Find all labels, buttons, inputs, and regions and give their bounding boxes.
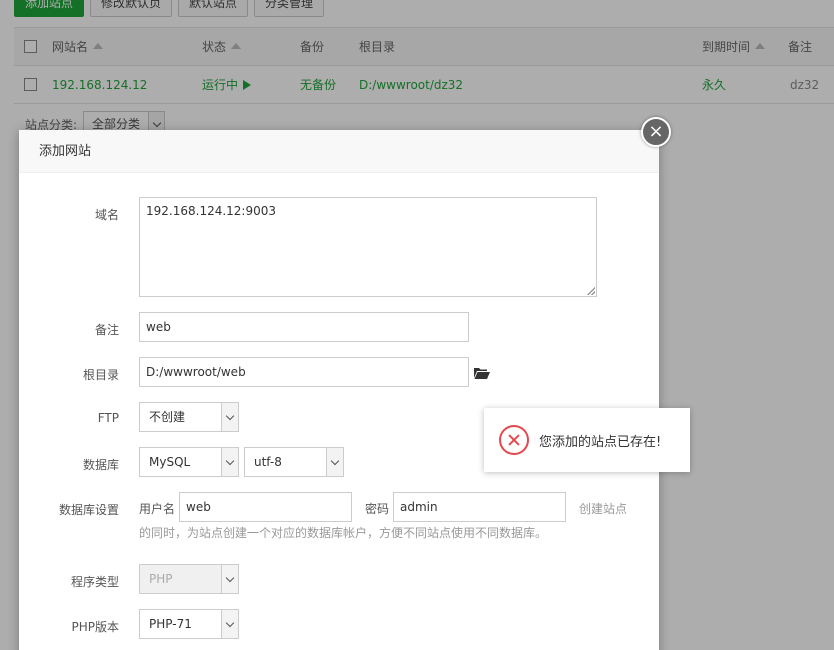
php-version-value: PHP-71 <box>149 617 192 631</box>
database-select[interactable]: MySQL <box>139 447 239 477</box>
chevron-down-icon <box>221 565 238 593</box>
root-dir-label: 根目录 <box>82 368 119 382</box>
note-input[interactable]: web <box>139 312 469 342</box>
chevron-down-icon <box>221 403 238 431</box>
close-icon[interactable]: × <box>641 117 671 147</box>
error-circle-x-icon <box>499 425 529 455</box>
db-hint-tail: 创建站点 <box>579 502 628 516</box>
database-select-value: MySQL <box>149 455 191 469</box>
db-user-input[interactable]: web <box>179 492 352 522</box>
program-type-label: 程序类型 <box>70 575 119 589</box>
php-version-label: PHP版本 <box>71 620 120 634</box>
domain-label: 域名 <box>94 208 119 222</box>
folder-open-icon[interactable] <box>474 367 490 379</box>
root-dir-input[interactable]: D:/wwwroot/web <box>139 357 469 387</box>
error-toast: 您添加的站点已存在! <box>484 408 690 472</box>
db-user-label: 用户名 <box>139 502 176 516</box>
db-pass-input[interactable]: admin <box>393 492 566 522</box>
charset-select-value: utf-8 <box>254 455 282 469</box>
db-hint: 的同时，为站点创建一个对应的数据库帐户，方便不同站点使用不同数据库。 <box>139 526 548 540</box>
program-type-select: PHP <box>139 564 239 594</box>
ftp-select-value: 不创建 <box>149 410 186 424</box>
resize-handle-icon[interactable] <box>587 287 595 295</box>
program-type-value: PHP <box>149 572 173 586</box>
php-version-select[interactable]: PHP-71 <box>139 609 239 639</box>
charset-select[interactable]: utf-8 <box>244 447 344 477</box>
chevron-down-icon <box>221 448 238 476</box>
ftp-select[interactable]: 不创建 <box>139 402 239 432</box>
database-label: 数据库 <box>82 458 119 472</box>
dialog-title: 添加网站 <box>19 130 659 173</box>
ftp-label: FTP <box>97 411 119 425</box>
note-label: 备注 <box>94 323 119 337</box>
db-settings-label: 数据库设置 <box>58 503 119 517</box>
chevron-down-icon <box>221 610 238 638</box>
domain-textarea[interactable]: 192.168.124.12:9003 <box>139 197 597 297</box>
toast-message: 您添加的站点已存在! <box>539 434 662 450</box>
db-pass-label: 密码 <box>365 502 390 516</box>
chevron-down-icon <box>326 448 343 476</box>
